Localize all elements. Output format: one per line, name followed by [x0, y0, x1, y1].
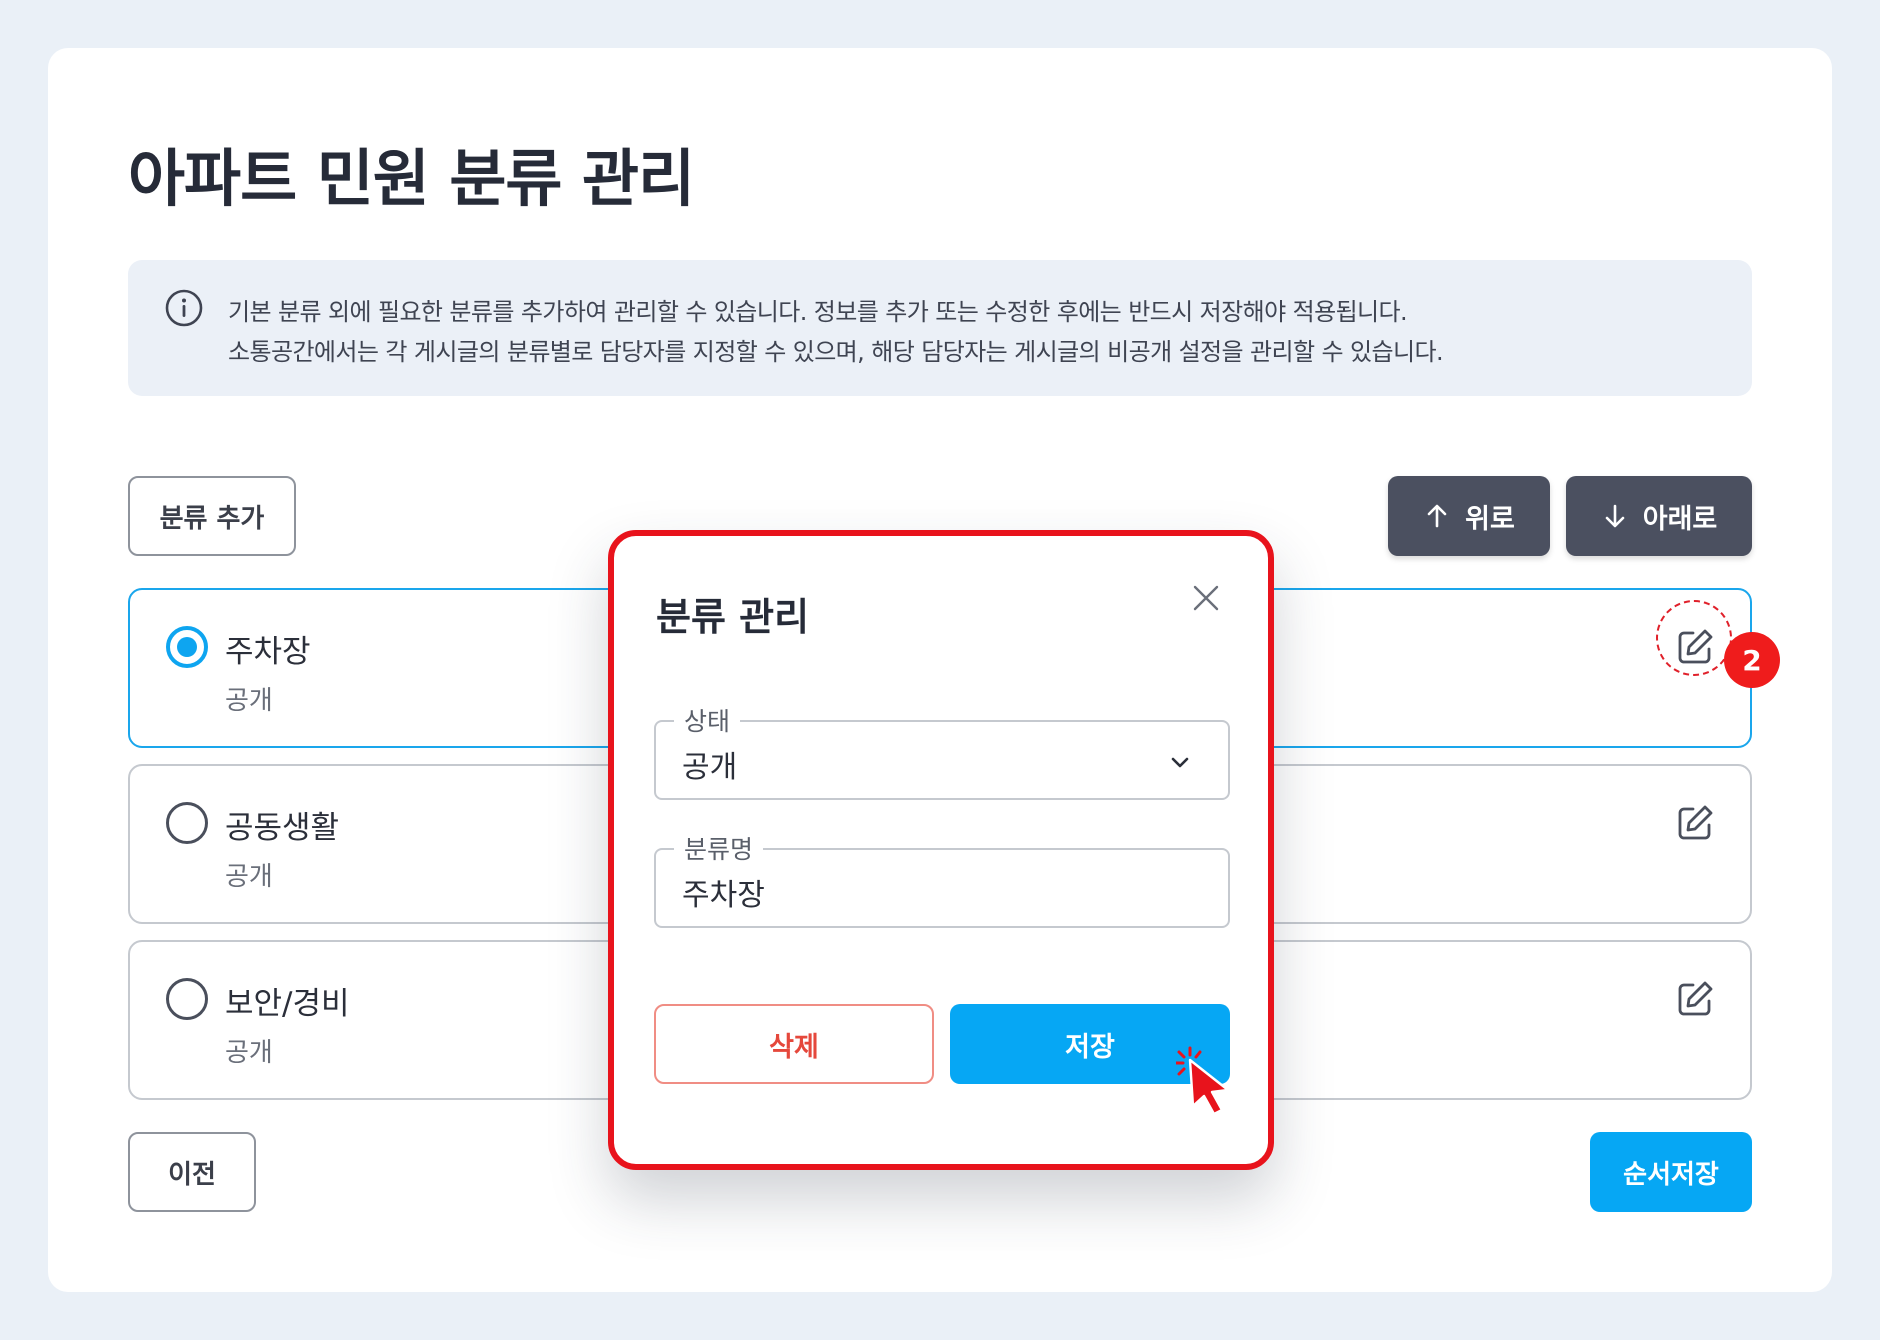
click-cursor-icon	[1176, 1046, 1230, 1116]
close-icon[interactable]	[1190, 582, 1222, 614]
move-up-button[interactable]: 위로	[1388, 476, 1550, 556]
move-up-label: 위로	[1465, 503, 1515, 535]
edit-button[interactable]	[1674, 626, 1716, 668]
edit-button[interactable]	[1674, 978, 1716, 1020]
name-field-value: 주차장	[682, 878, 765, 913]
radio-unselected[interactable]	[166, 802, 208, 844]
category-manage-dialog: 분류 관리 상태 공개 분류명 주차장 삭제 저장	[608, 530, 1274, 1170]
arrow-down-icon	[1605, 504, 1625, 528]
move-down-label: 아래로	[1642, 503, 1718, 535]
category-status: 공개	[225, 686, 273, 716]
category-name: 공동생활	[225, 810, 340, 846]
info-text-line-1: 기본 분류 외에 필요한 분류를 추가하여 관리할 수 있습니다. 정보를 추가…	[228, 298, 1408, 326]
add-category-button[interactable]: 분류 추가	[128, 476, 296, 556]
category-name-input[interactable]: 분류명 주차장	[654, 830, 1230, 928]
info-text-line-2: 소통공간에서는 각 게시글의 분류별로 담당자를 지정할 수 있으며, 해당 담…	[228, 338, 1444, 366]
previous-button[interactable]: 이전	[128, 1132, 256, 1212]
save-order-button[interactable]: 순서저장	[1590, 1132, 1752, 1212]
status-select[interactable]: 상태 공개	[654, 702, 1230, 800]
delete-button[interactable]: 삭제	[654, 1004, 934, 1084]
step-number-badge: 2	[1724, 632, 1780, 688]
category-name: 보안/경비	[225, 986, 350, 1022]
move-down-button[interactable]: 아래로	[1566, 476, 1752, 556]
chevron-down-icon	[1171, 757, 1189, 768]
edit-icon	[1678, 981, 1713, 1016]
category-status: 공개	[225, 862, 273, 892]
edit-icon	[1678, 629, 1713, 664]
info-box: 기본 분류 외에 필요한 분류를 추가하여 관리할 수 있습니다. 정보를 추가…	[128, 260, 1752, 396]
category-name: 주차장	[225, 634, 311, 670]
page-title: 아파트 민원 분류 관리	[128, 142, 695, 215]
edit-icon	[1678, 805, 1713, 840]
dialog-title: 분류 관리	[656, 595, 810, 639]
status-field-label: 상태	[674, 702, 741, 738]
radio-selected[interactable]	[166, 626, 208, 668]
category-status: 공개	[225, 1038, 273, 1068]
name-field-label: 분류명	[674, 830, 764, 866]
status-field-value: 공개	[682, 750, 738, 785]
info-icon	[165, 289, 203, 327]
edit-button[interactable]	[1674, 802, 1716, 844]
arrow-up-icon	[1427, 504, 1447, 528]
radio-unselected[interactable]	[166, 978, 208, 1020]
